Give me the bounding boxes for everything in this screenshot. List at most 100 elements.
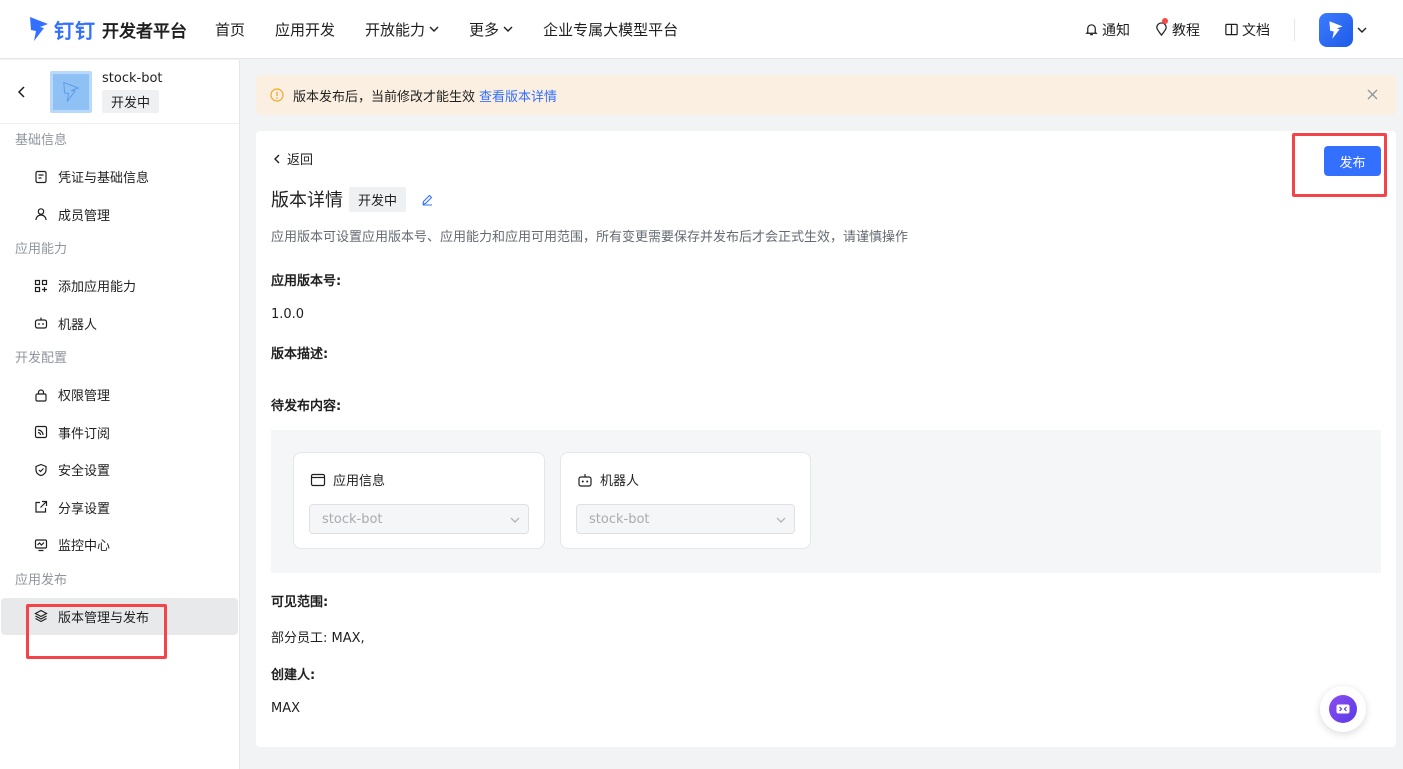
pending-card-app-info: 应用信息 stock-bot	[293, 452, 545, 549]
sidebar-item-credentials[interactable]: 凭证与基础信息	[0, 158, 239, 196]
creator-value: MAX	[271, 701, 301, 716]
back-label: 返回	[287, 153, 314, 168]
page-description: 应用版本可设置应用版本号、应用能力和应用可用范围，所有变更需要保存并发布后才会正…	[271, 230, 909, 245]
credential-icon	[35, 170, 47, 183]
nav-home[interactable]: 首页	[215, 19, 245, 40]
version-detail-card: 返回 版本详情 开发中 应用版本可设置应用版本号、应用能力和应用可用范围，所有变…	[256, 131, 1396, 747]
chevron-down-icon	[503, 26, 513, 32]
pending-card-head: 机器人	[577, 470, 639, 489]
sidebar-item-label: 添加应用能力	[58, 280, 137, 296]
user-menu[interactable]	[1319, 12, 1367, 47]
publish-button[interactable]: 发布	[1324, 146, 1381, 176]
info-icon	[270, 88, 284, 102]
top-nav: 钉钉 开发者平台 首页 应用开发 开放能力 更多 企业专属大模型平台 通知 教程…	[0, 0, 1403, 59]
status-badge: 开发中	[349, 186, 407, 212]
sidebar-item-label: 分享设置	[58, 501, 111, 517]
dingtalk-avatar-icon	[1329, 20, 1343, 39]
sidebar-item-share[interactable]: 分享设置	[0, 489, 239, 527]
nav-open-capability[interactable]: 开放能力	[365, 19, 439, 40]
nav-more[interactable]: 更多	[469, 19, 513, 40]
logo[interactable]: 钉钉 开发者平台	[28, 14, 187, 44]
share-icon	[35, 501, 48, 513]
back-arrow-icon[interactable]	[16, 85, 28, 98]
robot-icon	[34, 317, 48, 329]
edit-icon[interactable]	[421, 193, 434, 206]
sidebar-item-members[interactable]: 成员管理	[0, 196, 239, 234]
nav-more-label: 更多	[469, 20, 500, 39]
tutorial-button[interactable]: 教程	[1154, 17, 1200, 40]
sidebar-item-permissions[interactable]: 权限管理	[0, 376, 239, 414]
app-icon	[50, 70, 92, 113]
alert-text: 版本发布后，当前修改才能生效 查看版本详情	[293, 86, 557, 105]
assistant-icon	[1329, 695, 1357, 723]
add-grid-icon	[34, 279, 48, 292]
sidebar-item-events[interactable]: 事件订阅	[0, 414, 239, 452]
scope-label: 可见范围:	[271, 595, 329, 610]
notify-button[interactable]: 通知	[1084, 20, 1130, 40]
description-label: 版本描述:	[271, 347, 329, 362]
sidebar-item-add-capability[interactable]: 添加应用能力	[0, 267, 239, 305]
view-version-link[interactable]: 查看版本详情	[479, 90, 557, 105]
layers-icon	[34, 610, 48, 623]
back-link[interactable]: 返回	[271, 149, 313, 168]
chevron-down-icon	[429, 26, 439, 32]
title-row: 版本详情 开发中	[271, 186, 434, 212]
chevron-down-icon	[776, 517, 786, 523]
sidebar-item-robot[interactable]: 机器人	[0, 305, 239, 343]
sidebar-item-version-publish[interactable]: 版本管理与发布	[1, 597, 238, 635]
close-icon[interactable]	[1366, 88, 1379, 101]
user-icon	[35, 208, 47, 221]
monitor-icon	[34, 539, 48, 551]
sidebar-item-label: 机器人	[58, 317, 98, 333]
avatar	[1319, 12, 1353, 47]
nav-app-dev-label: 应用开发	[275, 20, 336, 39]
sidebar-section-dev-config: 开发配置	[15, 351, 68, 366]
version-label: 应用版本号:	[271, 274, 342, 289]
notification-dot	[1162, 17, 1168, 24]
app-name: stock-bot	[102, 70, 163, 86]
assistant-float-button[interactable]	[1320, 686, 1366, 732]
assistant-glyph-icon	[1336, 704, 1350, 714]
chevron-left-icon	[274, 154, 280, 163]
bell-icon	[1085, 24, 1098, 36]
nav-divider	[1294, 18, 1295, 41]
sidebar-section-basic: 基础信息	[15, 133, 68, 148]
docs-label: 文档	[1242, 22, 1270, 39]
chevron-down-icon	[510, 517, 520, 523]
version-value: 1.0.0	[271, 307, 305, 322]
nav-enterprise-llm[interactable]: 企业专属大模型平台	[543, 19, 678, 40]
book-icon	[1225, 23, 1238, 36]
sidebar-item-label: 监控中心	[58, 539, 111, 555]
dingtalk-logo-icon	[30, 17, 48, 41]
sidebar-item-label: 凭证与基础信息	[58, 171, 150, 187]
scope-value: 部分员工: MAX,	[271, 631, 365, 646]
sidebar-item-label: 事件订阅	[58, 426, 111, 442]
docs-button[interactable]: 文档	[1224, 20, 1270, 40]
sidebar-item-security[interactable]: 安全设置	[0, 451, 239, 489]
select-value: stock-bot	[322, 511, 383, 527]
app-status-badge: 开发中	[102, 89, 160, 113]
app-info-select: stock-bot	[309, 504, 529, 534]
dingtalk-app-icon	[63, 81, 80, 102]
rss-icon	[34, 426, 48, 439]
nav-enterprise-llm-label: 企业专属大模型平台	[543, 20, 679, 39]
publish-alert: 版本发布后，当前修改才能生效 查看版本详情	[256, 75, 1396, 115]
page-title: 版本详情	[271, 190, 343, 211]
creator-label: 创建人:	[271, 668, 316, 683]
logo-brand: 钉钉	[54, 18, 96, 43]
sidebar-section-publish: 应用发布	[15, 572, 68, 588]
sidebar-section-capability: 应用能力	[15, 242, 68, 257]
nav-home-label: 首页	[215, 20, 246, 39]
pending-label: 待发布内容:	[271, 399, 342, 414]
shield-icon	[35, 463, 47, 476]
location-pin-icon	[1156, 22, 1167, 37]
sidebar-item-monitor[interactable]: 监控中心	[0, 526, 239, 564]
nav-right: 通知 教程 文档	[1060, 0, 1367, 59]
pending-content-box: 应用信息 stock-bot 机器人 stock-bot	[271, 430, 1381, 573]
app-window-icon	[310, 473, 326, 486]
robot-select: stock-bot	[576, 504, 795, 534]
pending-card-robot: 机器人 stock-bot	[560, 452, 811, 549]
sidebar-item-label: 成员管理	[58, 208, 111, 224]
main-nav: 首页 应用开发 开放能力 更多 企业专属大模型平台	[215, 19, 708, 40]
nav-app-dev[interactable]: 应用开发	[275, 19, 335, 40]
